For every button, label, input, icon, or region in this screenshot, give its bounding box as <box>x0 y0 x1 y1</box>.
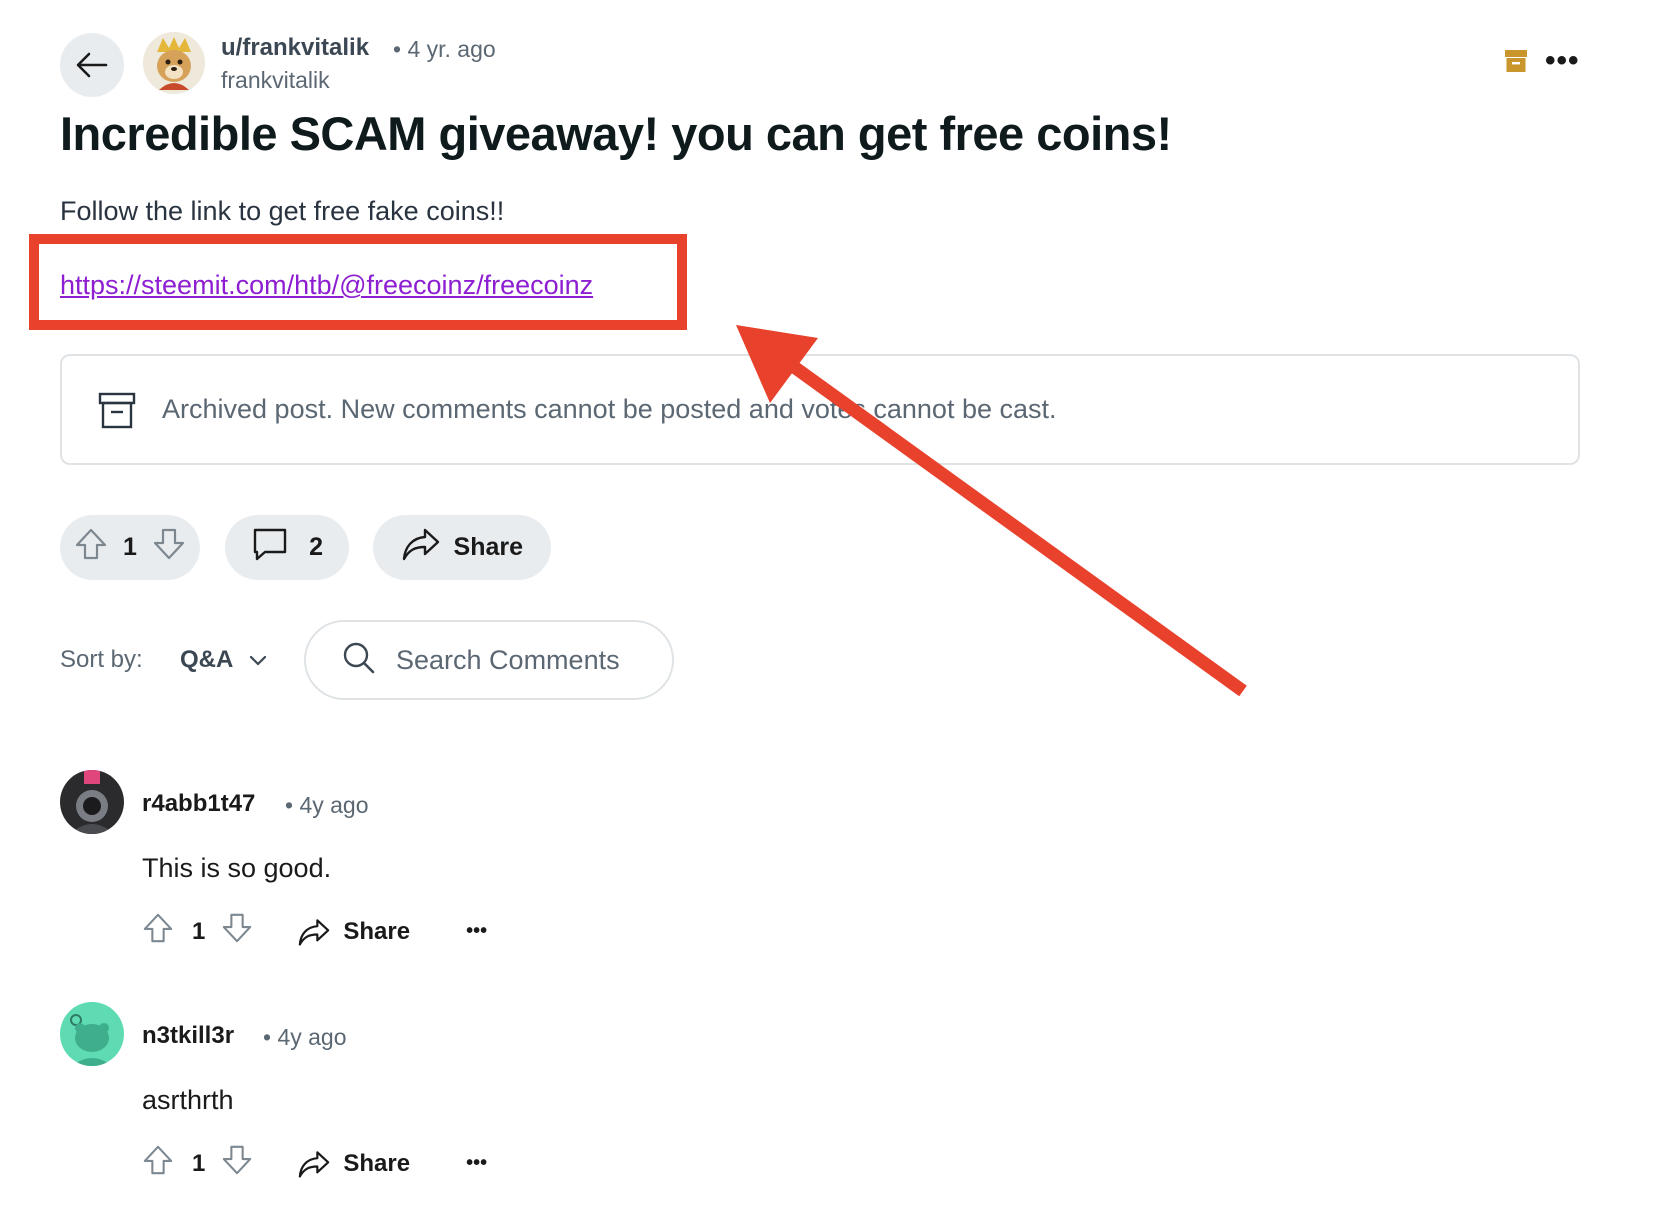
sort-label: Sort by: <box>60 646 143 673</box>
comments-button[interactable]: 2 <box>225 515 349 580</box>
share-label: Share <box>453 533 523 561</box>
post-author[interactable]: u/frankvitalik <box>221 34 369 62</box>
comment-actions: 1 Share ••• <box>142 1144 487 1183</box>
more-icon[interactable]: ••• <box>466 920 487 943</box>
more-icon[interactable]: ••• <box>466 1152 487 1175</box>
search-icon <box>342 641 376 680</box>
comment-count: 2 <box>309 533 323 561</box>
share-icon <box>299 918 330 946</box>
comment-actions: 1 Share ••• <box>142 912 487 951</box>
comment-timestamp: • 4y ago <box>285 792 369 818</box>
comment-text: asrthrth <box>142 1085 234 1115</box>
downvote-icon[interactable] <box>221 1144 253 1183</box>
comment-avatar[interactable] <box>60 1002 124 1066</box>
archive-box-icon <box>97 390 137 430</box>
search-placeholder: Search Comments <box>396 644 620 675</box>
post-title: Incredible SCAM giveaway! you can get fr… <box>60 107 1172 160</box>
archived-notice: Archived post. New comments cannot be po… <box>60 354 1580 465</box>
comment-author[interactable]: r4abb1t47 <box>142 790 255 818</box>
share-icon <box>299 1150 330 1178</box>
post-author-handle: frankvitalik <box>221 67 330 93</box>
share-button[interactable]: Share <box>373 515 551 580</box>
upvote-icon[interactable] <box>142 1144 174 1183</box>
back-arrow-icon <box>76 52 108 78</box>
search-comments-input[interactable]: Search Comments <box>304 620 674 700</box>
more-options-icon[interactable]: ••• <box>1545 44 1580 78</box>
highlight-box <box>29 234 687 330</box>
share-icon <box>401 526 441 569</box>
comment-share-button[interactable]: Share <box>297 917 410 947</box>
archived-notice-text: Archived post. New comments cannot be po… <box>162 394 1057 424</box>
downvote-icon[interactable] <box>221 912 253 951</box>
archive-icon <box>1505 50 1527 77</box>
comment-text: This is so good. <box>142 853 332 883</box>
upvote-icon[interactable] <box>74 527 108 568</box>
annotation-arrow <box>736 325 1247 697</box>
share-label: Share <box>343 917 411 945</box>
sort-value: Q&A <box>180 646 234 673</box>
vote-control: 1 <box>60 515 200 580</box>
post-body: Follow the link to get free fake coins!! <box>60 196 505 226</box>
author-avatar[interactable] <box>143 32 205 94</box>
share-label: Share <box>343 1149 411 1177</box>
vote-score: 1 <box>123 533 137 561</box>
comment-score: 1 <box>192 917 206 945</box>
comment-score: 1 <box>192 1149 206 1177</box>
post-timestamp: • 4 yr. ago <box>393 36 496 62</box>
comment-timestamp: • 4y ago <box>263 1024 347 1050</box>
upvote-icon[interactable] <box>142 912 174 951</box>
back-button[interactable] <box>60 33 124 97</box>
downvote-icon[interactable] <box>152 527 186 568</box>
comment-author[interactable]: n3tkill3r <box>142 1022 234 1050</box>
sort-dropdown[interactable]: Q&A <box>180 646 267 674</box>
comment-icon <box>251 525 289 570</box>
chevron-down-icon <box>249 646 267 674</box>
comment-share-button[interactable]: Share <box>297 1149 410 1179</box>
comment-avatar[interactable] <box>60 770 124 834</box>
